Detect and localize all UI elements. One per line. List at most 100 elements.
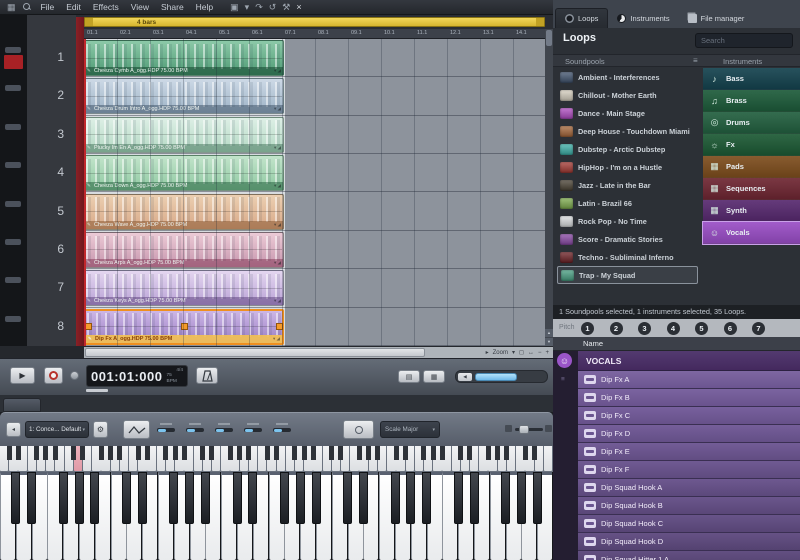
playhead[interactable]	[84, 39, 86, 346]
mini-black-key[interactable]	[136, 446, 141, 460]
mini-black-key[interactable]	[523, 446, 528, 460]
soundpool-row[interactable]: Rock Pop - No Time	[557, 212, 698, 230]
mini-black-key[interactable]	[237, 446, 242, 460]
mini-black-key[interactable]	[338, 446, 343, 460]
mini-black-key[interactable]	[71, 446, 76, 460]
audio-clip[interactable]: Cheeza Down A_ogg.HDP 75.00 BPM▾ ◢	[84, 155, 284, 191]
mini-black-key[interactable]	[532, 446, 537, 460]
piano-key-black[interactable]	[533, 472, 542, 524]
mini-black-key[interactable]	[43, 446, 48, 460]
soundpool-row[interactable]: Deep House - Touchdown Miami	[557, 122, 698, 140]
mini-black-key[interactable]	[375, 446, 380, 460]
mini-black-key[interactable]	[292, 446, 297, 460]
pitch-button-5[interactable]: 5	[695, 322, 708, 335]
piano-keyboard[interactable]	[0, 472, 553, 560]
audio-clip[interactable]: Plucky Im En A_ogg.HDP 75.00 BPM▾ ◢	[84, 117, 284, 153]
transport-scrollbar[interactable]: ◀	[455, 370, 548, 383]
mini-black-key[interactable]	[34, 446, 39, 460]
search-icon[interactable]	[23, 3, 31, 11]
mini-black-key[interactable]	[7, 446, 12, 460]
instrument-row-pads[interactable]: ▦Pads	[703, 156, 800, 178]
loop-row[interactable]: Dip Fx C	[578, 407, 800, 425]
menu-item-file[interactable]: File	[35, 0, 61, 14]
mini-black-key[interactable]	[431, 446, 436, 460]
mini-black-key[interactable]	[16, 446, 21, 460]
mini-black-key[interactable]	[173, 446, 178, 460]
tab-instruments[interactable]: Instruments	[608, 8, 678, 28]
loop-row[interactable]: Dip Squad Hook C	[578, 515, 800, 533]
piano-key-black[interactable]	[248, 472, 257, 524]
menu-item-effects[interactable]: Effects	[87, 0, 125, 14]
audio-clip[interactable]: Dip Fx A_ogg.HDP 75.00 BPM▾ ◢	[84, 309, 284, 345]
paste-icon[interactable]: ▣	[227, 0, 242, 14]
undo-icon[interactable]: ↺	[266, 0, 280, 14]
piano-key-black[interactable]	[59, 472, 68, 524]
piano-key-black[interactable]	[312, 472, 321, 524]
soundpool-row[interactable]: Trap - My Squad	[557, 266, 698, 284]
piano-key-black[interactable]	[90, 472, 99, 524]
mini-black-key[interactable]	[458, 446, 463, 460]
kb-control-4[interactable]	[242, 420, 264, 441]
audio-clip[interactable]: Cheeza Arps A_ogg.HDP 75.00 BPM▾ ◢	[84, 232, 284, 268]
group-row-vocals[interactable]: VOCALS	[578, 351, 800, 371]
piano-key-black[interactable]	[359, 472, 368, 524]
piano-key-black[interactable]	[454, 472, 463, 524]
soundpool-row[interactable]: Jazz - Late in the Bar	[557, 176, 698, 194]
record-button[interactable]	[44, 367, 63, 384]
audio-clip[interactable]: Cheeza Keys A_ogg.HDP 75.00 BPM▾ ◢	[84, 270, 284, 306]
kb-control-2[interactable]	[184, 420, 206, 441]
piano-key-black[interactable]	[138, 472, 147, 524]
audio-clip[interactable]: Cheeza Drum Intro A_ogg.HDP 75.00 BPM▾ ◢	[84, 78, 284, 114]
piano-key-black[interactable]	[517, 472, 526, 524]
mini-black-key[interactable]	[440, 446, 445, 460]
settings-button[interactable]: ⚙	[93, 421, 108, 438]
track-number[interactable]: 7	[57, 280, 64, 294]
mini-black-key[interactable]	[108, 446, 113, 460]
mini-black-key[interactable]	[486, 446, 491, 460]
pitch-button-2[interactable]: 2	[610, 322, 623, 335]
search-input[interactable]	[695, 33, 793, 48]
mini-black-key[interactable]	[182, 446, 187, 460]
instrument-row-sequences[interactable]: ▦Sequences	[703, 178, 800, 200]
loop-row[interactable]: Dip Fx B	[578, 389, 800, 407]
metronome-button[interactable]	[196, 367, 218, 384]
scroll-up-icon[interactable]: ▲	[545, 329, 553, 337]
mini-black-key[interactable]	[246, 446, 251, 460]
piano-key-black[interactable]	[233, 472, 242, 524]
piano-key-black[interactable]	[501, 472, 510, 524]
pitch-button-6[interactable]: 6	[724, 322, 737, 335]
mini-black-key[interactable]	[163, 446, 168, 460]
loop-row[interactable]: Dip Squad Hook B	[578, 497, 800, 515]
soundpool-row[interactable]: Dance - Main Stage	[557, 104, 698, 122]
mini-black-key[interactable]	[80, 446, 85, 460]
piano-key-black[interactable]	[185, 472, 194, 524]
track-rail-button[interactable]	[5, 47, 21, 53]
loop-row[interactable]: Dip Fx F	[578, 461, 800, 479]
timeline-ruler[interactable]: 01.102.103.104.105.106.107.108.109.110.1…	[84, 29, 553, 39]
soundpool-row[interactable]: HipHop - I'm on a Hustle	[557, 158, 698, 176]
close-icon[interactable]: ×	[293, 0, 304, 14]
mini-black-key[interactable]	[403, 446, 408, 460]
mini-black-key[interactable]	[200, 446, 205, 460]
zoom-in-icon[interactable]: +	[545, 350, 549, 356]
mini-black-key[interactable]	[366, 446, 371, 460]
zoom-fit-icon[interactable]: ◻	[519, 349, 524, 356]
loop-row[interactable]: Dip Squad Hook D	[578, 533, 800, 551]
piano-key-black[interactable]	[75, 472, 84, 524]
piano-key-black[interactable]	[122, 472, 131, 524]
loop-row[interactable]: Dip Fx A	[578, 371, 800, 389]
soundpool-row[interactable]: Latin - Brazil 66	[557, 194, 698, 212]
mini-black-key[interactable]	[467, 446, 472, 460]
loop-row[interactable]: Dip Fx E	[578, 443, 800, 461]
track-rail-button[interactable]	[5, 124, 21, 130]
soundpool-row[interactable]: Dubstep - Arctic Dubstep	[557, 140, 698, 158]
piano-key-black[interactable]	[201, 472, 210, 524]
piano-key-black[interactable]	[169, 472, 178, 524]
kb-control-5[interactable]	[271, 420, 293, 441]
soundpool-row[interactable]: Chillout - Mother Earth	[557, 86, 698, 104]
tab-loops[interactable]: Loops	[555, 8, 608, 28]
piano-key-black[interactable]	[11, 472, 20, 524]
kb-control-3[interactable]	[213, 420, 235, 441]
pitch-button-1[interactable]: 1	[581, 322, 594, 335]
app-grid-icon[interactable]: ▦	[4, 0, 19, 14]
